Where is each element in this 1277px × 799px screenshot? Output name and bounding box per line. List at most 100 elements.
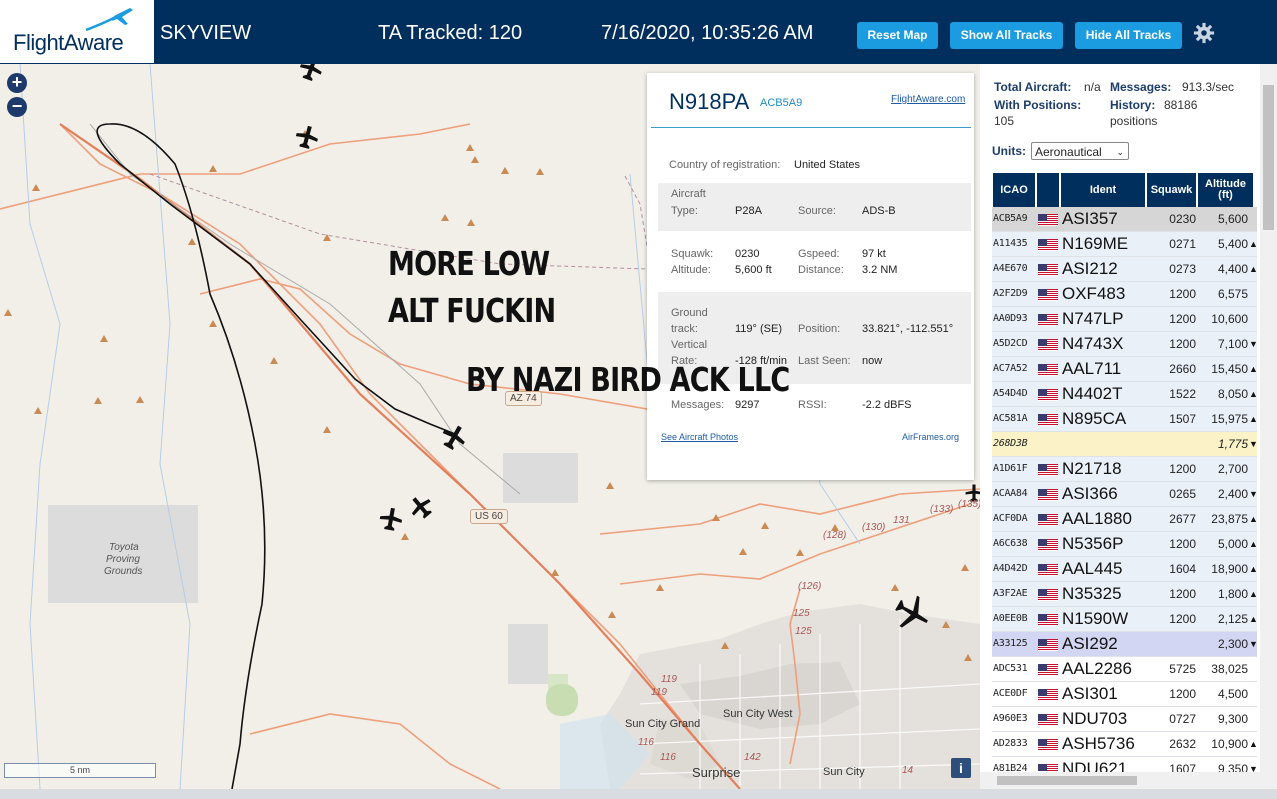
rssi-value: -2.2 dBFS	[862, 399, 912, 411]
map-label: Proving	[106, 554, 140, 565]
map-info-button[interactable]: i	[951, 758, 971, 778]
table-row[interactable]: AC7A52 AAL711 2660 15,450 ▲	[992, 357, 1258, 382]
zoom-out-button[interactable]: −	[7, 97, 27, 117]
cell-icao: AD2833	[993, 738, 1028, 749]
cell-icao: ACE0DF	[993, 688, 1028, 699]
column-header-ident[interactable]: Ident	[1061, 173, 1145, 207]
overlay-caption-line-2: ALT FUCKIN	[388, 291, 556, 330]
table-row[interactable]: A0EE0B N1590W 1200 2,125 ▲	[992, 607, 1258, 632]
column-header-squawk[interactable]: Squawk	[1147, 173, 1196, 207]
us-flag-icon	[1038, 363, 1058, 376]
table-row[interactable]: A6C638 N5356P 1200 5,000 ▲	[992, 532, 1258, 557]
total-aircraft-label: Total Aircraft:	[994, 80, 1072, 94]
us-flag-icon	[1038, 513, 1058, 526]
table-row[interactable]: ADC531 AAL2286 5725 38,025	[992, 657, 1257, 682]
aircraft-type-label: Aircraft	[671, 188, 706, 200]
map-label: Sun City Grand	[625, 718, 701, 730]
cell-squawk: 1200	[1169, 612, 1196, 626]
table-row[interactable]: ACE0DF ASI301 1200 4,500	[992, 682, 1257, 707]
cell-vertical-trend: ▼	[1249, 489, 1258, 499]
column-header-icao[interactable]: ICAO	[993, 173, 1035, 207]
route-number: (130)	[862, 522, 886, 533]
sidebar-hscroll-thumb[interactable]	[997, 776, 1137, 785]
with-positions-label: With Positions:	[994, 98, 1082, 112]
column-header-flag[interactable]	[1037, 173, 1059, 207]
top-header: FlightAware SKYVIEW TA Tracked: 120 7/16…	[0, 0, 1277, 64]
flightaware-logo[interactable]: FlightAware	[0, 0, 154, 63]
selected-aircraft-icon[interactable]	[440, 423, 468, 451]
route-number: 142	[744, 752, 761, 763]
cell-vertical-trend: ▲	[1249, 414, 1258, 424]
table-row[interactable]: 268D3B 1,775 ▼	[992, 432, 1258, 457]
popup-registration: N918PA	[669, 89, 750, 114]
route-number: (126)	[798, 581, 822, 592]
cell-squawk: 1200	[1169, 462, 1196, 476]
cell-ident: ASI292	[1062, 634, 1118, 653]
cell-icao: ACF0DA	[993, 513, 1028, 524]
cell-icao: ACB5A9	[993, 213, 1028, 224]
gear-icon[interactable]	[1193, 22, 1215, 44]
table-row[interactable]: AA0D93 N747LP 1200 10,600	[992, 307, 1257, 332]
cell-squawk: 0727	[1169, 712, 1196, 726]
us-flag-icon	[1038, 263, 1058, 276]
total-aircraft-value: n/a	[1084, 80, 1101, 94]
chevron-down-icon: ⌄	[1116, 147, 1124, 157]
hide-all-tracks-button[interactable]: Hide All Tracks	[1075, 22, 1182, 49]
cell-squawk: 1200	[1169, 687, 1196, 701]
cell-ident: ASI357	[1062, 209, 1118, 228]
units-select[interactable]: Aeronautical ⌄	[1031, 142, 1129, 160]
aircraft-icon[interactable]	[408, 494, 434, 520]
cell-altitude: 5,000	[1217, 537, 1248, 551]
cell-icao: ADC531	[993, 663, 1028, 674]
aircraft-photos-link[interactable]: See Aircraft Photos	[661, 432, 738, 442]
jet-aircraft-icon[interactable]	[893, 594, 931, 632]
tracked-count: TA Tracked: 120	[378, 22, 523, 44]
table-row[interactable]: A11435 N169ME 0271 5,400 ▲	[992, 232, 1258, 257]
cell-ident: N747LP	[1062, 309, 1124, 328]
cell-vertical-trend: ▲	[1249, 389, 1258, 399]
table-row[interactable]: AD2833 ASH5736 2632 10,900 ▲	[992, 732, 1258, 757]
cell-altitude: 10,600	[1211, 312, 1248, 326]
table-row[interactable]: ACAA84 ASI366 0265 2,400 ▼	[992, 482, 1258, 507]
column-header-altitude[interactable]: Altitude (ft)	[1198, 173, 1253, 207]
aircraft-icon[interactable]	[378, 506, 404, 532]
table-row[interactable]: AC581A N895CA 1507 15,975 ▲	[992, 407, 1258, 432]
altitude-header-unit: (ft)	[1218, 189, 1233, 201]
table-row[interactable]: A33125 ASI292 2,300 ▼	[992, 632, 1258, 657]
cell-squawk: 2632	[1169, 737, 1196, 751]
popup-divider	[651, 127, 971, 128]
cell-squawk: 1604	[1169, 562, 1196, 576]
table-row[interactable]: A4E670 ASI212 0273 4,400 ▲	[992, 257, 1258, 282]
table-row[interactable]: ACF0DA AAL1880 2677 23,875 ▲	[992, 507, 1258, 532]
airframes-link[interactable]: AirFrames.org	[902, 432, 959, 442]
history-label: History:	[1110, 98, 1156, 112]
zoom-in-button[interactable]: +	[7, 73, 27, 93]
units-select-value: Aeronautical	[1035, 145, 1102, 159]
cell-icao: AC7A52	[993, 363, 1028, 374]
table-row[interactable]: A2F2D9 OXF483 1200 6,575	[992, 282, 1257, 307]
cell-ident: AAL1880	[1062, 509, 1132, 528]
popup-flightaware-link[interactable]: FlightAware.com	[891, 94, 965, 105]
reset-map-button[interactable]: Reset Map	[857, 22, 938, 49]
table-row[interactable]: A3F2AE N35325 1200 1,800 ▲	[992, 582, 1258, 607]
table-row[interactable]: A54D4D N4402T 1522 8,050 ▲	[992, 382, 1258, 407]
table-row[interactable]: ACB5A9 ASI357 0230 5,600	[992, 207, 1257, 232]
cell-altitude: 2,300	[1217, 637, 1248, 651]
table-row[interactable]: A4D42D AAL445 1604 18,900 ▲	[992, 557, 1258, 582]
cell-vertical-trend: ▲	[1249, 364, 1258, 374]
sidebar-scroll-thumb[interactable]	[1263, 85, 1274, 230]
cell-altitude: 5,400	[1217, 237, 1248, 251]
cell-ident: ASI301	[1062, 684, 1118, 703]
cell-ident: ASI212	[1062, 259, 1118, 278]
us-flag-icon	[1038, 563, 1058, 576]
cell-vertical-trend: ▲	[1249, 564, 1258, 574]
cell-icao: AC581A	[993, 413, 1028, 424]
table-row[interactable]: A1D61F N21718 1200 2,700	[992, 457, 1257, 482]
aircraft-icon[interactable]	[294, 124, 320, 150]
table-row[interactable]: A960E3 NDU703 0727 9,300	[992, 707, 1257, 732]
cell-icao: 268D3B	[993, 438, 1028, 449]
cell-ident: AAL445	[1062, 559, 1123, 578]
aircraft-icon[interactable]	[298, 64, 324, 82]
show-all-tracks-button[interactable]: Show All Tracks	[950, 22, 1063, 49]
table-row[interactable]: A5D2CD N4743X 1200 7,100 ▼	[992, 332, 1258, 357]
